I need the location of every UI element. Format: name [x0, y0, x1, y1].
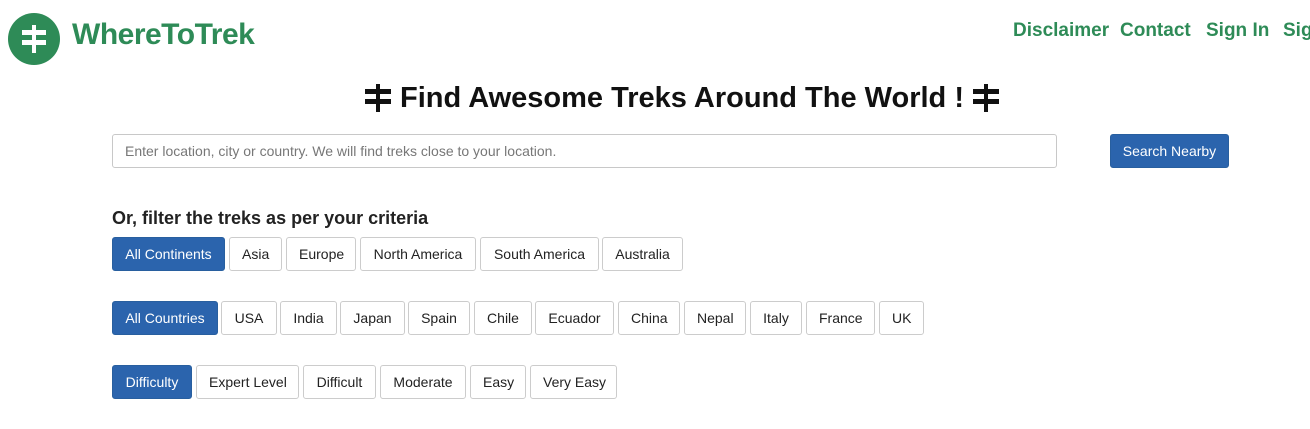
page-title: Find Awesome Treks Around The World !: [0, 80, 1310, 116]
filter-chile[interactable]: Chile: [474, 301, 532, 335]
filter-india[interactable]: India: [280, 301, 337, 335]
nav-contact[interactable]: Contact: [1120, 19, 1191, 43]
filter-spain[interactable]: Spain: [408, 301, 470, 335]
filter-south-america[interactable]: South America: [480, 237, 599, 271]
filter-china[interactable]: China: [618, 301, 680, 335]
filter-expert-level[interactable]: Expert Level: [196, 365, 299, 399]
logo[interactable]: [8, 13, 60, 65]
filter-very-easy[interactable]: Very Easy: [530, 365, 617, 399]
search-nearby-button[interactable]: Search Nearby: [1110, 134, 1229, 168]
nav-sign-up[interactable]: Sig: [1283, 19, 1310, 43]
signpost-icon: [365, 84, 392, 112]
filter-heading: Or, filter the treks as per your criteri…: [112, 208, 429, 228]
filter-ecuador[interactable]: Ecuador: [535, 301, 614, 335]
signpost-icon: [972, 84, 999, 112]
filter-europe[interactable]: Europe: [286, 237, 356, 271]
nav-sign-in[interactable]: Sign In: [1206, 19, 1269, 43]
filter-easy[interactable]: Easy: [470, 365, 526, 399]
filter-difficult[interactable]: Difficult: [303, 365, 376, 399]
filter-moderate[interactable]: Moderate: [380, 365, 466, 399]
filter-difficulty[interactable]: Difficulty: [112, 365, 192, 399]
filter-france[interactable]: France: [806, 301, 875, 335]
filter-uk[interactable]: UK: [879, 301, 924, 335]
filter-all-continents[interactable]: All Continents: [112, 237, 225, 271]
page-title-text: Find Awesome Treks Around The World !: [400, 82, 964, 114]
signpost-icon: [22, 25, 46, 53]
nav-disclaimer[interactable]: Disclaimer: [1013, 19, 1109, 43]
filter-all-countries[interactable]: All Countries: [112, 301, 218, 335]
filter-italy[interactable]: Italy: [750, 301, 802, 335]
filter-australia[interactable]: Australia: [602, 237, 683, 271]
location-search-input[interactable]: [112, 134, 1057, 168]
filter-asia[interactable]: Asia: [229, 237, 282, 271]
filter-japan[interactable]: Japan: [340, 301, 405, 335]
brand-name[interactable]: WhereToTrek: [72, 17, 255, 53]
filter-north-america[interactable]: North America: [360, 237, 476, 271]
filter-nepal[interactable]: Nepal: [684, 301, 746, 335]
filter-usa[interactable]: USA: [221, 301, 277, 335]
